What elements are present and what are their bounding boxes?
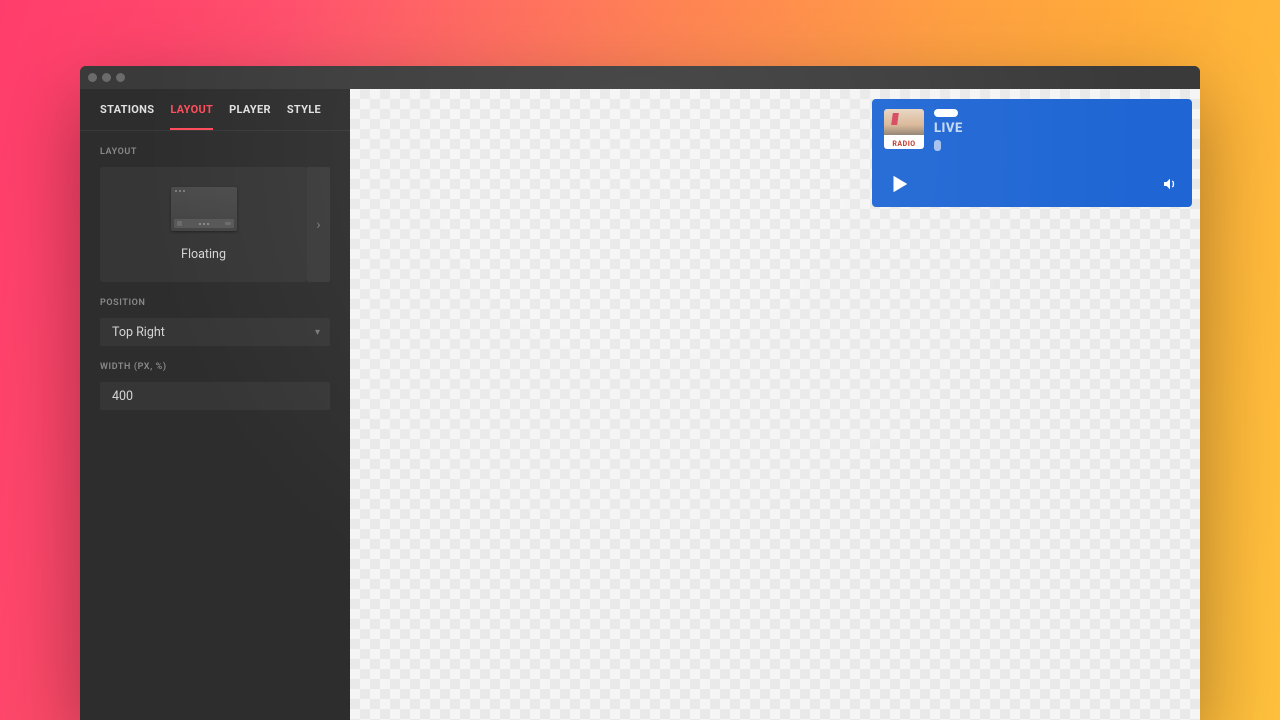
width-heading: WIDTH (PX, %)	[100, 362, 330, 372]
tab-player[interactable]: PLAYER	[229, 103, 271, 130]
album-text: RADIO	[884, 140, 924, 148]
sidebar-tabs: STATIONS LAYOUT PLAYER STYLE	[80, 89, 350, 131]
layout-option-floating[interactable]: Floating	[100, 167, 307, 282]
sidebar: STATIONS LAYOUT PLAYER STYLE LAYOUT	[80, 89, 350, 720]
layout-heading: LAYOUT	[100, 147, 330, 157]
window-titlebar	[80, 66, 1200, 89]
layout-next-button[interactable]: ›	[307, 167, 330, 282]
player-widget[interactable]: RADIO LIVE	[872, 99, 1192, 207]
chevron-down-icon: ▾	[315, 327, 320, 338]
volume-icon	[1162, 176, 1178, 192]
layout-thumbnail	[171, 187, 237, 231]
app-window: STATIONS LAYOUT PLAYER STYLE LAYOUT	[80, 66, 1200, 720]
chevron-right-icon: ›	[316, 217, 320, 233]
live-badge: LIVE	[934, 121, 963, 136]
position-value: Top Right	[112, 325, 165, 340]
maximize-icon[interactable]	[116, 73, 125, 82]
minimize-icon[interactable]	[102, 73, 111, 82]
width-input[interactable]	[100, 382, 330, 410]
volume-button[interactable]	[1162, 176, 1178, 192]
tab-style[interactable]: STYLE	[287, 103, 321, 130]
tab-layout[interactable]: LAYOUT	[170, 103, 213, 130]
play-icon	[888, 173, 910, 195]
close-icon[interactable]	[88, 73, 97, 82]
position-select[interactable]: Top Right ▾	[100, 318, 330, 346]
track-subtitle-placeholder	[934, 140, 941, 151]
album-art: RADIO	[884, 109, 924, 149]
track-title-placeholder	[934, 109, 958, 117]
preview-canvas: RADIO LIVE	[350, 89, 1200, 720]
layout-option-label: Floating	[181, 247, 226, 262]
tab-stations[interactable]: STATIONS	[100, 103, 154, 130]
position-heading: POSITION	[100, 298, 330, 308]
play-button[interactable]	[888, 173, 910, 195]
